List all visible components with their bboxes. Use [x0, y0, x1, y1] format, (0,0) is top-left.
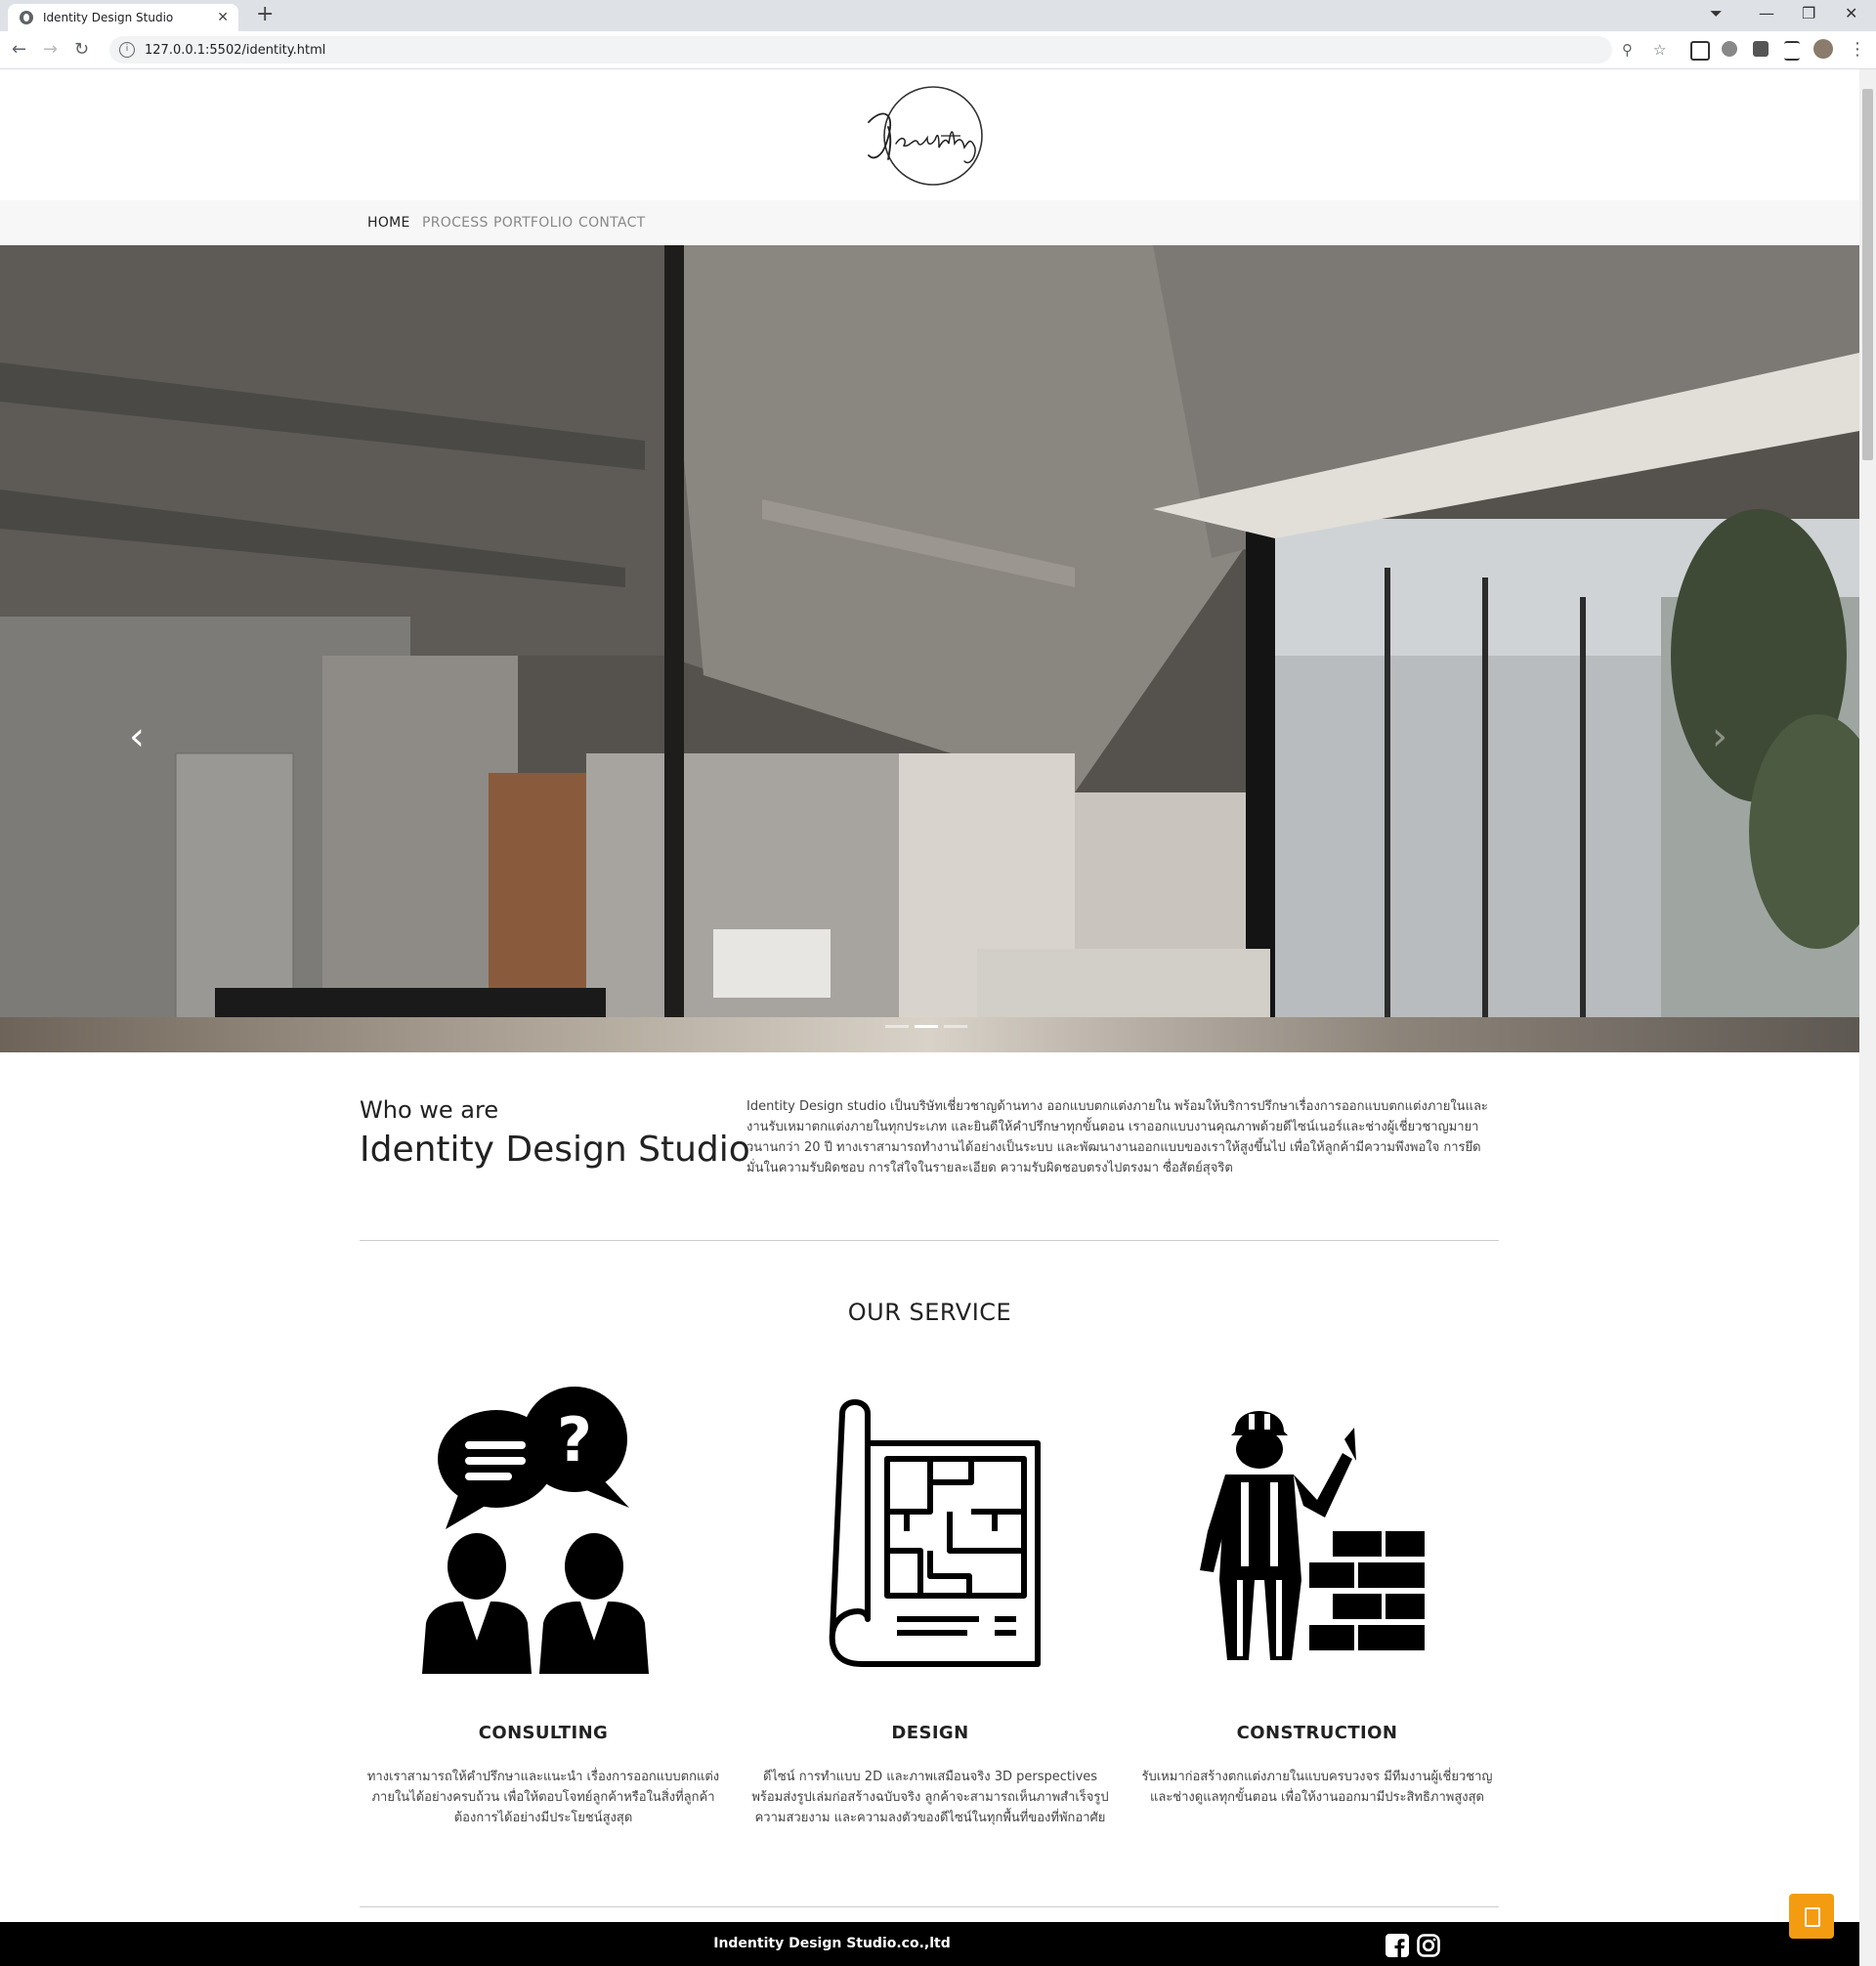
- service-construction: CONSTRUCTION รับเหมาก่อสร้างตกแต่งภายในแ…: [1135, 1385, 1499, 1808]
- hero-bottom-strip: [0, 1017, 1859, 1052]
- service-design-title: DESIGN: [891, 1723, 969, 1743]
- minimize-button[interactable]: —: [1759, 4, 1774, 22]
- address-bar[interactable]: i 127.0.0.1:5502/identity.html ⚲ ☆: [109, 36, 1666, 64]
- bookmark-star-icon[interactable]: ☆: [1653, 41, 1666, 59]
- browser-tabstrip: Identity Design Studio ✕ + ⏷ — ❐ ✕: [0, 0, 1876, 31]
- reload-icon[interactable]: ↻: [74, 39, 89, 60]
- service-title: OUR SERVICE: [847, 1299, 1012, 1326]
- zoom-icon[interactable]: ⚲: [1622, 41, 1633, 59]
- carousel-indicators: [885, 1025, 967, 1028]
- carousel-dot[interactable]: [885, 1025, 909, 1028]
- instagram-icon[interactable]: [1417, 1934, 1440, 1957]
- hero-carousel: ‹ ›: [0, 245, 1859, 1052]
- forward-icon[interactable]: →: [43, 39, 58, 60]
- carousel-dot-active[interactable]: [915, 1025, 938, 1028]
- extension-icon[interactable]: [1722, 41, 1737, 57]
- image-extension-icon[interactable]: [1690, 41, 1710, 61]
- scrollbar-thumb[interactable]: [1862, 89, 1873, 460]
- logo-header: [0, 69, 1859, 200]
- service-construction-text: รับเหมาก่อสร้างตกแต่งภายในแบบครบวงจร มีท…: [1141, 1770, 1493, 1805]
- service-consulting: ? CONSULTING ทางเราสามารถให้คำปรึกษาและแ…: [362, 1385, 725, 1828]
- divider: [360, 1240, 1499, 1241]
- identity-logo[interactable]: [853, 83, 1009, 189]
- about-section: Who we are Identity Design Studio Identi…: [360, 1096, 1499, 1175]
- new-tab-button[interactable]: +: [256, 2, 274, 26]
- more-menu-icon[interactable]: ⋮: [1849, 39, 1866, 60]
- carousel-dot[interactable]: [944, 1025, 967, 1028]
- nav-portfolio[interactable]: PORTFOLIO: [493, 215, 573, 231]
- svg-text:?: ?: [557, 1404, 592, 1475]
- phone-icon: [1805, 1907, 1820, 1927]
- restore-button[interactable]: ❐: [1802, 4, 1815, 22]
- carousel-next-button[interactable]: ›: [1712, 714, 1727, 759]
- service-consulting-text: ทางเราสามารถให้คำปรึกษาและแนะนำ เรื่องกา…: [366, 1770, 720, 1825]
- browser-toolbar: ← → ↻ i 127.0.0.1:5502/identity.html ⚲ ☆…: [0, 31, 1876, 69]
- globe-icon: [20, 11, 33, 24]
- footer-company: Indentity Design Studio.co.,ltd: [713, 1936, 951, 1951]
- service-design-text: ดีไซน์ การทำแบบ 2D และภาพเสมือนจริง 3D p…: [751, 1770, 1109, 1825]
- browser-tab[interactable]: Identity Design Studio ✕: [8, 4, 238, 31]
- blueprint-icon: [829, 1399, 1041, 1667]
- avatar[interactable]: [1813, 39, 1833, 59]
- main-nav: HOME PROCESS PORTFOLIO CONTACT: [0, 200, 1859, 245]
- service-consulting-title: CONSULTING: [478, 1723, 609, 1743]
- nav-home[interactable]: HOME: [367, 215, 410, 231]
- carousel-prev-button[interactable]: ‹: [129, 714, 145, 759]
- floating-action-button[interactable]: [1789, 1894, 1834, 1939]
- reading-list-icon[interactable]: [1784, 41, 1800, 61]
- close-tab-icon[interactable]: ✕: [217, 10, 229, 25]
- page-scrollbar[interactable]: [1859, 69, 1876, 1966]
- puzzle-extensions-icon[interactable]: [1753, 41, 1769, 57]
- nav-process[interactable]: PROCESS: [422, 215, 489, 231]
- facebook-icon[interactable]: [1386, 1934, 1409, 1957]
- back-icon[interactable]: ←: [12, 39, 26, 60]
- footer: Indentity Design Studio.co.,ltd: [0, 1922, 1859, 1966]
- service-design: DESIGN ดีไซน์ การทำแบบ 2D และภาพเสมือนจร…: [748, 1385, 1112, 1828]
- nav-contact[interactable]: CONTACT: [578, 215, 646, 231]
- page-viewport: HOME PROCESS PORTFOLIO CONTACT ‹ › Who w…: [0, 69, 1859, 1966]
- tab-title: Identity Design Studio: [43, 11, 174, 24]
- url-text: 127.0.0.1:5502/identity.html: [145, 42, 326, 58]
- profile-menu-icon[interactable]: ⏷: [1710, 4, 1723, 23]
- consulting-icon: ?: [422, 1387, 649, 1674]
- close-window-button[interactable]: ✕: [1845, 4, 1857, 22]
- hero-image: [0, 245, 1859, 1052]
- construction-worker-icon: [1200, 1411, 1425, 1660]
- divider: [360, 1906, 1499, 1907]
- site-info-icon[interactable]: i: [119, 42, 135, 58]
- service-construction-title: CONSTRUCTION: [1236, 1723, 1398, 1743]
- about-description: Identity Design studio เป็นบริษัทเชี่ยวช…: [746, 1099, 1488, 1175]
